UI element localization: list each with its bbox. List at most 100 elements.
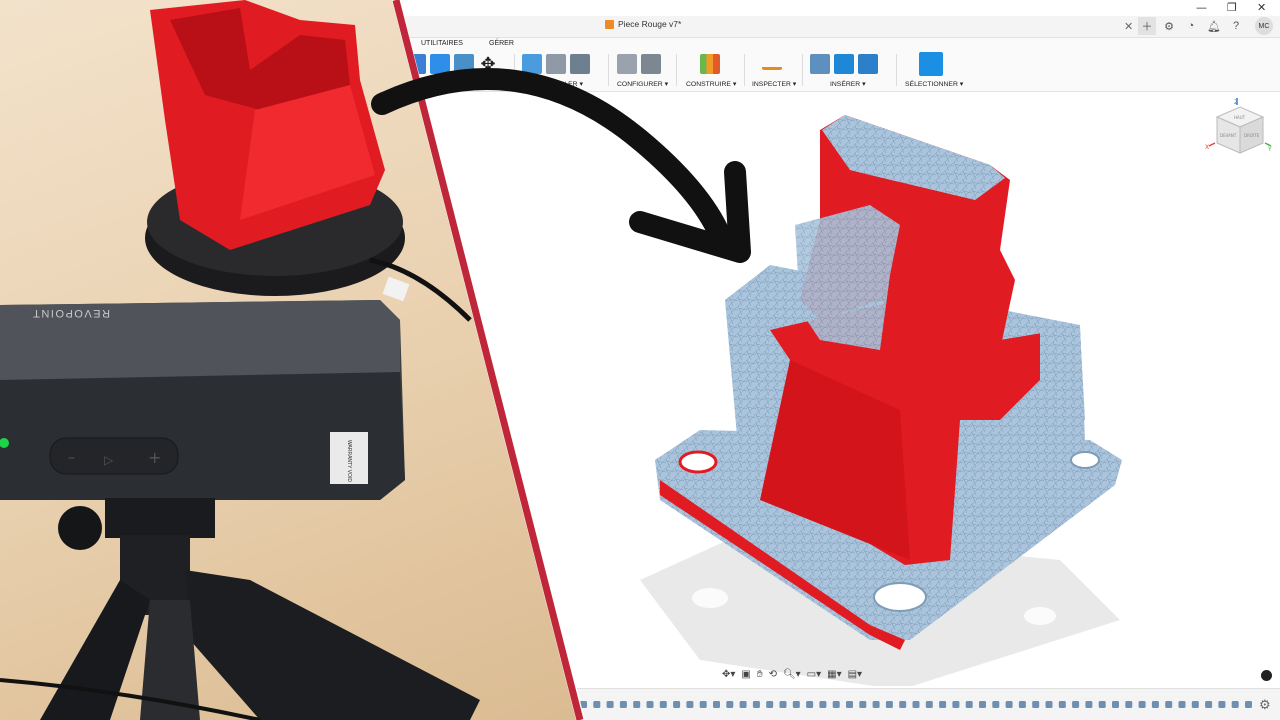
timeline-feature[interactable] xyxy=(819,701,827,708)
document-tab[interactable]: Piece Rouge v7* xyxy=(605,19,681,29)
new-component-icon[interactable] xyxy=(522,54,542,74)
timeline-feature[interactable] xyxy=(659,701,667,708)
canvas-icon[interactable] xyxy=(858,54,878,74)
look-at-icon[interactable]: ▣ xyxy=(741,669,750,680)
timeline-feature[interactable] xyxy=(606,701,614,708)
zoom-window-icon[interactable]: ⟲ xyxy=(769,669,777,680)
timeline-feature[interactable] xyxy=(885,701,893,708)
configurer-label[interactable]: CONFIGURER ▾ xyxy=(617,80,668,88)
joint-icon[interactable] xyxy=(546,54,566,74)
timeline-feature[interactable] xyxy=(1205,701,1213,708)
cube-face-top[interactable]: HAUT xyxy=(1234,115,1246,120)
parameters-icon[interactable] xyxy=(617,54,637,74)
timeline-feature[interactable] xyxy=(766,701,774,708)
timeline-feature[interactable] xyxy=(1245,701,1252,708)
timeline-feature[interactable] xyxy=(699,701,707,708)
close-window-button[interactable]: ✕ xyxy=(1257,1,1266,14)
move-icon[interactable]: ✥ xyxy=(478,54,498,74)
inspecter-label[interactable]: INSPECTER ▾ xyxy=(752,80,796,88)
new-tab-icon[interactable]: ＋ xyxy=(1138,17,1156,35)
timeline-feature[interactable] xyxy=(686,701,694,708)
timeline-feature[interactable] xyxy=(726,701,734,708)
avatar[interactable]: MC xyxy=(1255,17,1273,35)
bell-icon[interactable]: 🔔︎ xyxy=(1205,17,1223,35)
timeline-feature[interactable] xyxy=(1165,701,1173,708)
timeline-feature[interactable] xyxy=(832,701,840,708)
extensions-icon[interactable]: ⚙ xyxy=(1160,17,1178,35)
grid-icon[interactable]: ▦▾ xyxy=(827,669,841,680)
timeline-feature[interactable] xyxy=(925,701,933,708)
timeline-feature[interactable] xyxy=(1178,701,1186,708)
timeline-feature[interactable] xyxy=(646,701,654,708)
timeline-feature[interactable] xyxy=(939,701,947,708)
clock-icon[interactable]: ◔ xyxy=(1182,17,1200,35)
display-icon[interactable]: ▭▾ xyxy=(807,669,821,680)
timeline-feature[interactable] xyxy=(1005,701,1013,708)
tab-gerer[interactable]: GÉRER xyxy=(489,40,514,47)
timeline-feature[interactable] xyxy=(806,701,814,708)
timeline-feature[interactable] xyxy=(1098,701,1106,708)
select-icon[interactable] xyxy=(919,52,943,76)
zoom-icon[interactable]: 🔍︎▾ xyxy=(783,669,801,680)
timeline-feature[interactable] xyxy=(872,701,880,708)
timeline-feature[interactable] xyxy=(1231,701,1239,708)
selectionner-label[interactable]: SÉLECTIONNER ▾ xyxy=(905,80,963,88)
timeline-feature[interactable] xyxy=(673,701,681,708)
inserer-label[interactable]: INSÉRER ▾ xyxy=(830,80,878,88)
timeline-feature[interactable] xyxy=(965,701,973,708)
plane-icon[interactable] xyxy=(700,54,720,74)
timeline-feature[interactable] xyxy=(1045,701,1053,708)
tab-utilitaires[interactable]: UTILITAIRES xyxy=(421,40,463,47)
timeline-feature[interactable] xyxy=(1218,701,1226,708)
timeline-feature[interactable] xyxy=(619,701,627,708)
timeline-feature[interactable] xyxy=(1191,701,1199,708)
viewports-icon[interactable]: ▤▾ xyxy=(848,669,862,680)
timeline-feature[interactable] xyxy=(1125,701,1133,708)
extrude-icon[interactable] xyxy=(454,54,474,74)
timeline-feature[interactable] xyxy=(633,701,641,708)
timeline-feature[interactable] xyxy=(1058,701,1066,708)
insert-derive-icon[interactable] xyxy=(810,54,830,74)
hand-icon[interactable]: ✋︎ xyxy=(757,669,763,680)
timeline-feature[interactable] xyxy=(1112,701,1119,708)
timeline-feature[interactable] xyxy=(792,701,800,708)
cube-face-right[interactable]: DROITE xyxy=(1244,133,1260,138)
timeline-feature[interactable] xyxy=(779,701,787,708)
timeline-feature[interactable] xyxy=(979,701,986,708)
orbit-icon[interactable]: ✥▾ xyxy=(722,669,735,680)
timeline-feature[interactable] xyxy=(713,701,720,708)
timeline-feature[interactable] xyxy=(1072,701,1080,708)
timeline-feature[interactable] xyxy=(1085,701,1093,708)
minimize-button[interactable]: — xyxy=(1196,1,1207,14)
timeline-feature[interactable] xyxy=(739,701,747,708)
timeline-feature[interactable] xyxy=(752,701,760,708)
timeline-feature[interactable] xyxy=(580,701,587,708)
gear-icon[interactable]: ⚙ xyxy=(1259,697,1271,713)
timeline-feature[interactable] xyxy=(1032,701,1040,708)
timeline-feature[interactable] xyxy=(899,701,907,708)
view-cube[interactable]: Z X Y HAUT DEVANT DROITE xyxy=(1205,97,1275,159)
svg-text:–: – xyxy=(68,450,75,466)
timeline-feature[interactable] xyxy=(859,701,867,708)
tab-close-icon[interactable]: ✕ xyxy=(1124,20,1133,33)
timeline-feature[interactable] xyxy=(1151,701,1159,708)
table-icon[interactable] xyxy=(641,54,661,74)
as-built-joint-icon[interactable] xyxy=(570,54,590,74)
timeline-feature[interactable] xyxy=(992,701,1000,708)
cube-face-front[interactable]: DEVANT xyxy=(1220,133,1237,138)
comment-icon[interactable] xyxy=(1261,670,1272,681)
measure-icon[interactable] xyxy=(762,58,782,70)
help-icon[interactable]: ? xyxy=(1227,17,1245,35)
timeline-feature[interactable] xyxy=(846,701,853,708)
timeline-feature[interactable] xyxy=(593,701,601,708)
timeline-feature[interactable] xyxy=(1138,701,1146,708)
restore-button[interactable]: ❐ xyxy=(1227,1,1237,14)
scanner-brand-text: REVOPOINT xyxy=(32,307,110,319)
box-icon[interactable] xyxy=(430,54,450,74)
timeline-feature[interactable] xyxy=(952,701,960,708)
insert-mesh-icon[interactable] xyxy=(834,54,854,74)
timeline-feature[interactable] xyxy=(912,701,920,708)
construire-label[interactable]: CONSTRUIRE ▾ xyxy=(686,80,736,88)
assembler-label[interactable]: ASSEMBLER ▾ xyxy=(536,80,590,88)
timeline-feature[interactable] xyxy=(1018,701,1026,708)
